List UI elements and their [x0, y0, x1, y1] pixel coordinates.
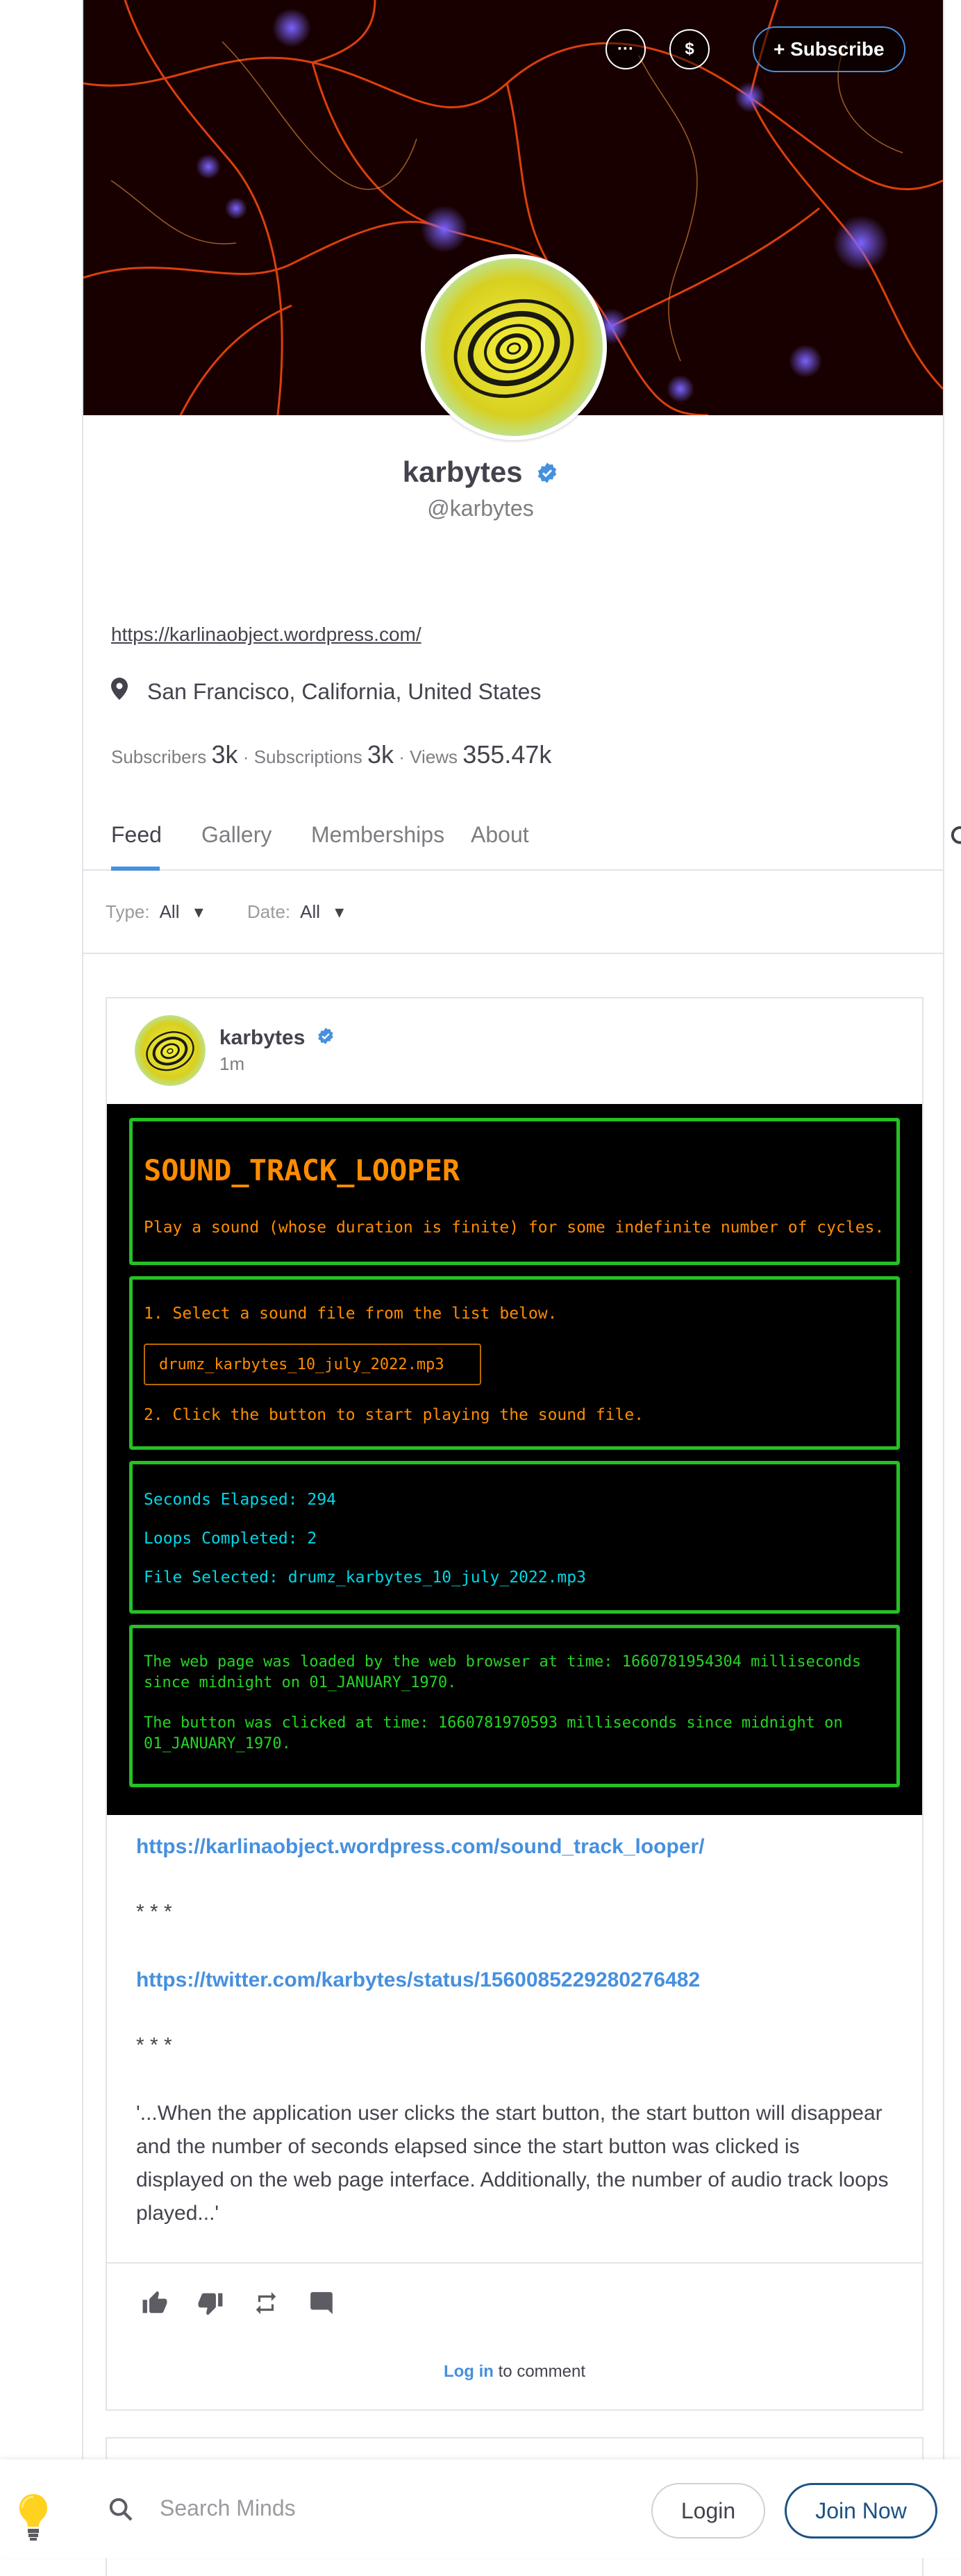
more-icon: ···: [617, 40, 634, 58]
remind-icon[interactable]: [253, 2290, 279, 2320]
login-button[interactable]: Login: [651, 2483, 765, 2539]
tab-feed[interactable]: Feed: [111, 822, 162, 848]
search-icon[interactable]: [949, 823, 961, 855]
date-filter-label: Date:: [247, 901, 291, 922]
chevron-down-icon: ▾: [335, 901, 344, 922]
feed-filters: Type: All ▾ Date: All ▾: [83, 872, 943, 954]
type-filter-label: Type:: [106, 901, 150, 922]
profile-name: karbytes: [0, 455, 961, 491]
join-now-button[interactable]: Join Now: [785, 2483, 937, 2539]
activity-post: karbytes 1m SOUND_TRACK_LOOPER Play a so…: [106, 997, 924, 2411]
embed-seconds-elapsed: Seconds Elapsed: 294: [144, 1491, 336, 1509]
active-tab-indicator: [111, 867, 160, 871]
embed-controls-panel: 1. Select a sound file from the list bel…: [129, 1276, 900, 1450]
comment-icon[interactable]: [308, 2290, 335, 2320]
subscribe-button[interactable]: + Subscribe: [753, 26, 905, 72]
location-text: San Francisco, California, United States: [147, 678, 542, 704]
profile-tabs: Feed Gallery Memberships About: [83, 803, 961, 871]
type-filter[interactable]: Type: All ▾: [106, 901, 203, 923]
login-to-comment: Log in to comment: [107, 2362, 922, 2382]
post-author[interactable]: karbytes: [219, 1026, 335, 1051]
bottom-bar: Search Minds Login Join Now: [0, 2459, 961, 2558]
profile-location: San Francisco, California, United States: [111, 678, 541, 705]
chevron-down-icon: ▾: [194, 901, 203, 922]
embed-step2: 2. Click the button to start playing the…: [144, 1406, 644, 1424]
verified-icon: [317, 1027, 335, 1051]
stats-separator: ·: [242, 746, 249, 767]
avatar[interactable]: [135, 1015, 206, 1086]
post-actions: Log in to comment: [107, 2262, 922, 2411]
tip-button[interactable]: $: [669, 29, 710, 69]
dollar-icon: $: [685, 40, 694, 58]
embed-file-select: drumz_karbytes_10_july_2022.mp3: [144, 1344, 481, 1385]
profile-stats: Subscribers 3k · Subscriptions 3k · View…: [111, 740, 551, 769]
post-timestamp[interactable]: 1m: [219, 1053, 335, 1075]
embed-description: Play a sound (whose duration is finite) …: [144, 1219, 885, 1237]
embed-log-panel: The web page was loaded by the web brows…: [129, 1625, 900, 1787]
views-count: 355.47k: [462, 740, 552, 769]
profile-avatar: [421, 254, 607, 440]
post-link-wordpress[interactable]: https://karlinaobject.wordpress.com/soun…: [136, 1830, 893, 1864]
date-filter[interactable]: Date: All ▾: [247, 901, 344, 923]
views-label: Views: [410, 746, 458, 767]
embed-status-panel: Seconds Elapsed: 294 Loops Completed: 2 …: [129, 1461, 900, 1614]
tab-gallery[interactable]: Gallery: [201, 822, 271, 848]
post-image[interactable]: SOUND_TRACK_LOOPER Play a sound (whose d…: [107, 1104, 922, 1815]
login-link[interactable]: Log in: [444, 2362, 494, 2381]
website-link[interactable]: https://karlinaobject.wordpress.com/: [111, 624, 421, 646]
embed-step1: 1. Select a sound file from the list bel…: [144, 1305, 558, 1323]
verified-icon: [536, 458, 558, 491]
post-quote: '...When the application user clicks the…: [136, 2102, 889, 2225]
subscriptions-count[interactable]: 3k: [367, 740, 394, 769]
post-separator: * * *: [136, 1900, 172, 1923]
search-icon[interactable]: [107, 2495, 135, 2527]
tab-about[interactable]: About: [471, 822, 529, 848]
tab-memberships[interactable]: Memberships: [311, 822, 444, 848]
date-filter-value: All: [300, 901, 321, 922]
embed-loops-completed: Loops Completed: 2: [144, 1530, 317, 1548]
comment-prompt: to comment: [493, 2362, 586, 2381]
subscribers-count[interactable]: 3k: [212, 740, 238, 769]
type-filter-value: All: [159, 901, 180, 922]
search-input[interactable]: Search Minds: [160, 2495, 296, 2521]
post-header: karbytes 1m: [135, 1015, 335, 1086]
stats-separator: ·: [399, 746, 405, 767]
embed-click-time: The button was clicked at time: 16607819…: [144, 1714, 843, 1753]
thumbs-down-icon[interactable]: [197, 2290, 224, 2320]
embed-load-time: The web page was loaded by the web brows…: [144, 1653, 862, 1691]
embed-file-selected: File Selected: drumz_karbytes_10_july_20…: [144, 1569, 586, 1587]
subscribers-label: Subscribers: [111, 746, 207, 767]
location-pin-icon: [111, 678, 128, 705]
profile-handle: @karbytes: [427, 496, 534, 521]
minds-logo-icon[interactable]: [17, 2493, 50, 2546]
embed-title: SOUND_TRACK_LOOPER: [144, 1153, 460, 1187]
thumbs-up-icon[interactable]: [142, 2290, 168, 2320]
embed-title-panel: SOUND_TRACK_LOOPER Play a sound (whose d…: [129, 1118, 900, 1265]
post-separator: * * *: [136, 2034, 172, 2057]
more-options-button[interactable]: ···: [605, 29, 646, 69]
subscriptions-label: Subscriptions: [253, 746, 362, 767]
post-link-twitter[interactable]: https://twitter.com/karbytes/status/1560…: [136, 1964, 893, 1997]
